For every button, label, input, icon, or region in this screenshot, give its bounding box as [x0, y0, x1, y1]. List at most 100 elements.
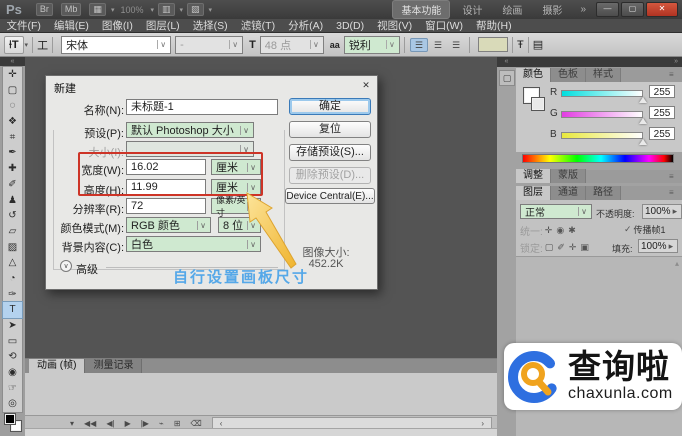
menu-item-8[interactable]: 视图(V) [371, 19, 419, 33]
resolution-input[interactable]: 72 [126, 198, 206, 214]
panel-tab-0[interactable]: 动画 (帧) [29, 359, 86, 373]
eyedropper-tool[interactable]: ✒ [3, 145, 22, 161]
blend-mode-select[interactable]: 正常 ∨ [520, 204, 592, 219]
lock-all-icon[interactable]: ▣ [580, 242, 589, 252]
next-frame-icon[interactable]: |▶ [141, 419, 149, 428]
marquee-tool[interactable]: ▢ [3, 83, 22, 99]
advanced-label[interactable]: 高级 [76, 261, 98, 277]
panel-tab-1[interactable]: 蒙版 [551, 169, 586, 183]
type-tool[interactable]: T [2, 301, 23, 319]
save-preset-button[interactable]: 存储预设(S)... [289, 144, 371, 161]
screen-mode-caret-icon[interactable]: ▾ [209, 6, 213, 14]
tool-preset-icon[interactable]: ⟊T [4, 35, 24, 54]
lasso-tool[interactable]: ◌ [3, 98, 22, 114]
zoom-tool[interactable]: ◎ [3, 396, 22, 412]
align-center-icon[interactable]: ☰ [430, 39, 446, 51]
menu-item-2[interactable]: 图像(I) [95, 19, 139, 33]
shape-tool[interactable]: ▭ [3, 334, 22, 350]
ok-button[interactable]: 确定 [289, 98, 371, 115]
zoom-caret-icon[interactable]: ▾ [150, 6, 154, 14]
propagate-checkbox[interactable]: ✓ 传播帧1 [622, 223, 666, 236]
prev-frame-icon[interactable]: ◀| [106, 419, 114, 428]
dodge-tool[interactable]: ◔ [3, 271, 22, 287]
anti-alias-select[interactable]: 锐利 ∨ [343, 35, 400, 54]
panel-tab-2[interactable]: 路径 [586, 186, 621, 200]
background-select[interactable]: 白色 ∨ [126, 236, 261, 252]
rewind-icon[interactable]: ◀◀ [84, 419, 96, 428]
device-central-button[interactable]: Device Central(E)... [285, 188, 375, 204]
view-extras-caret-icon[interactable]: ▾ [111, 6, 115, 14]
panel-tab-0[interactable]: 颜色 [516, 68, 551, 82]
quick-selection-tool[interactable]: ❖ [3, 114, 22, 130]
zoom-level-value[interactable]: 100% [120, 5, 143, 15]
dock-collapse-icon[interactable]: « [497, 57, 516, 67]
brush-tool[interactable]: ✐ [3, 177, 22, 193]
tool-preset-caret-icon[interactable]: ▾ [25, 41, 29, 49]
panel-menu-icon[interactable]: ≡ [669, 172, 678, 181]
mini-bridge-icon[interactable]: Mb [60, 3, 82, 16]
bit-depth-select[interactable]: 8 位 ∨ [218, 217, 261, 233]
panel-tab-1[interactable]: 测量记录 [85, 359, 143, 373]
workspace-button-2[interactable]: 绘画 [494, 1, 530, 18]
red-slider-thumb[interactable] [639, 97, 647, 103]
preset-select[interactable]: 默认 Photoshop 大小 ∨ [126, 122, 254, 138]
dialog-close-icon[interactable]: ✕ [359, 79, 373, 92]
move-tool[interactable]: ✛ [3, 67, 22, 83]
blue-value[interactable]: 255 [649, 127, 675, 140]
red-value[interactable]: 255 [649, 85, 675, 98]
panel-tab-0[interactable]: 调整 [516, 169, 551, 183]
resolution-unit-select[interactable]: 像素/英寸 ∨ [211, 195, 261, 218]
hand-tool[interactable]: ☞ [3, 381, 22, 397]
minimize-button[interactable]: — [596, 2, 619, 17]
toolbox-collapse-icon[interactable]: « [0, 57, 25, 66]
3d-camera-tool[interactable]: ◉ [3, 365, 22, 381]
view-extras-icon[interactable]: ▦ [89, 3, 106, 16]
close-button[interactable]: ✕ [646, 2, 678, 17]
menu-item-9[interactable]: 窗口(W) [419, 19, 470, 33]
path-selection-tool[interactable]: ➤ [3, 318, 22, 334]
green-value[interactable]: 255 [649, 106, 675, 119]
bridge-icon[interactable]: Br [35, 3, 53, 16]
dock-expand-icon[interactable]: » [516, 57, 682, 67]
panel-menu-icon[interactable]: ≡ [669, 70, 678, 79]
tween-icon[interactable]: ⌁ [159, 419, 164, 428]
blue-slider[interactable] [561, 132, 643, 139]
color-spectrum-ramp[interactable] [522, 154, 674, 163]
restore-button[interactable]: ▢ [621, 2, 644, 17]
background-swatch[interactable] [531, 97, 545, 111]
panel-tab-1[interactable]: 色板 [551, 68, 586, 82]
menu-item-5[interactable]: 滤镜(T) [234, 19, 281, 33]
crop-tool[interactable]: ⌗ [3, 130, 22, 146]
font-style-select[interactable]: - ∨ [175, 35, 244, 54]
blur-tool[interactable]: △ [3, 255, 22, 271]
3d-rotate-tool[interactable]: ⟲ [3, 349, 22, 365]
collapsed-panel-icon[interactable]: ▢ [499, 70, 515, 86]
eraser-tool[interactable]: ▱ [3, 224, 22, 240]
menu-item-10[interactable]: 帮助(H) [470, 19, 519, 33]
clone-stamp-tool[interactable]: ♟ [3, 193, 22, 209]
workspace-button-1[interactable]: 设计 [454, 1, 490, 18]
lock-transparent-icon[interactable]: ▢ [545, 242, 554, 252]
panel-tab-2[interactable]: 样式 [586, 68, 621, 82]
warp-text-icon[interactable]: Ŧ [517, 39, 524, 51]
blue-slider-thumb[interactable] [639, 139, 647, 145]
workspace-overflow-icon[interactable]: » [580, 4, 586, 15]
reset-button[interactable]: 复位 [289, 121, 371, 138]
font-size-select[interactable]: 48 点 ∨ [259, 35, 324, 54]
advanced-expand-icon[interactable]: ∨ [60, 260, 72, 272]
red-slider[interactable] [561, 90, 643, 97]
menu-item-4[interactable]: 选择(S) [186, 19, 234, 33]
healing-brush-tool[interactable]: ✚ [3, 161, 22, 177]
text-orientation-icon[interactable]: 工 [37, 37, 48, 53]
panel-tab-1[interactable]: 通道 [551, 186, 586, 200]
unify-style-icon[interactable]: ✱ [568, 225, 576, 235]
delete-frame-icon[interactable]: ⌫ [190, 419, 201, 428]
font-family-select[interactable]: 宋体 ∨ [61, 35, 172, 54]
delete-preset-button[interactable]: 删除预设(D)... [289, 167, 371, 184]
workspace-button-0[interactable]: 基本功能 [392, 0, 451, 19]
lock-move-icon[interactable]: ✛ [569, 242, 577, 252]
panel-menu-icon[interactable]: ≡ [669, 188, 678, 197]
screen-mode-icon[interactable]: ▧ [187, 3, 204, 16]
frame-menu-icon[interactable]: ▾ [70, 419, 74, 428]
toggle-panels-icon[interactable]: ▤ [533, 38, 543, 51]
